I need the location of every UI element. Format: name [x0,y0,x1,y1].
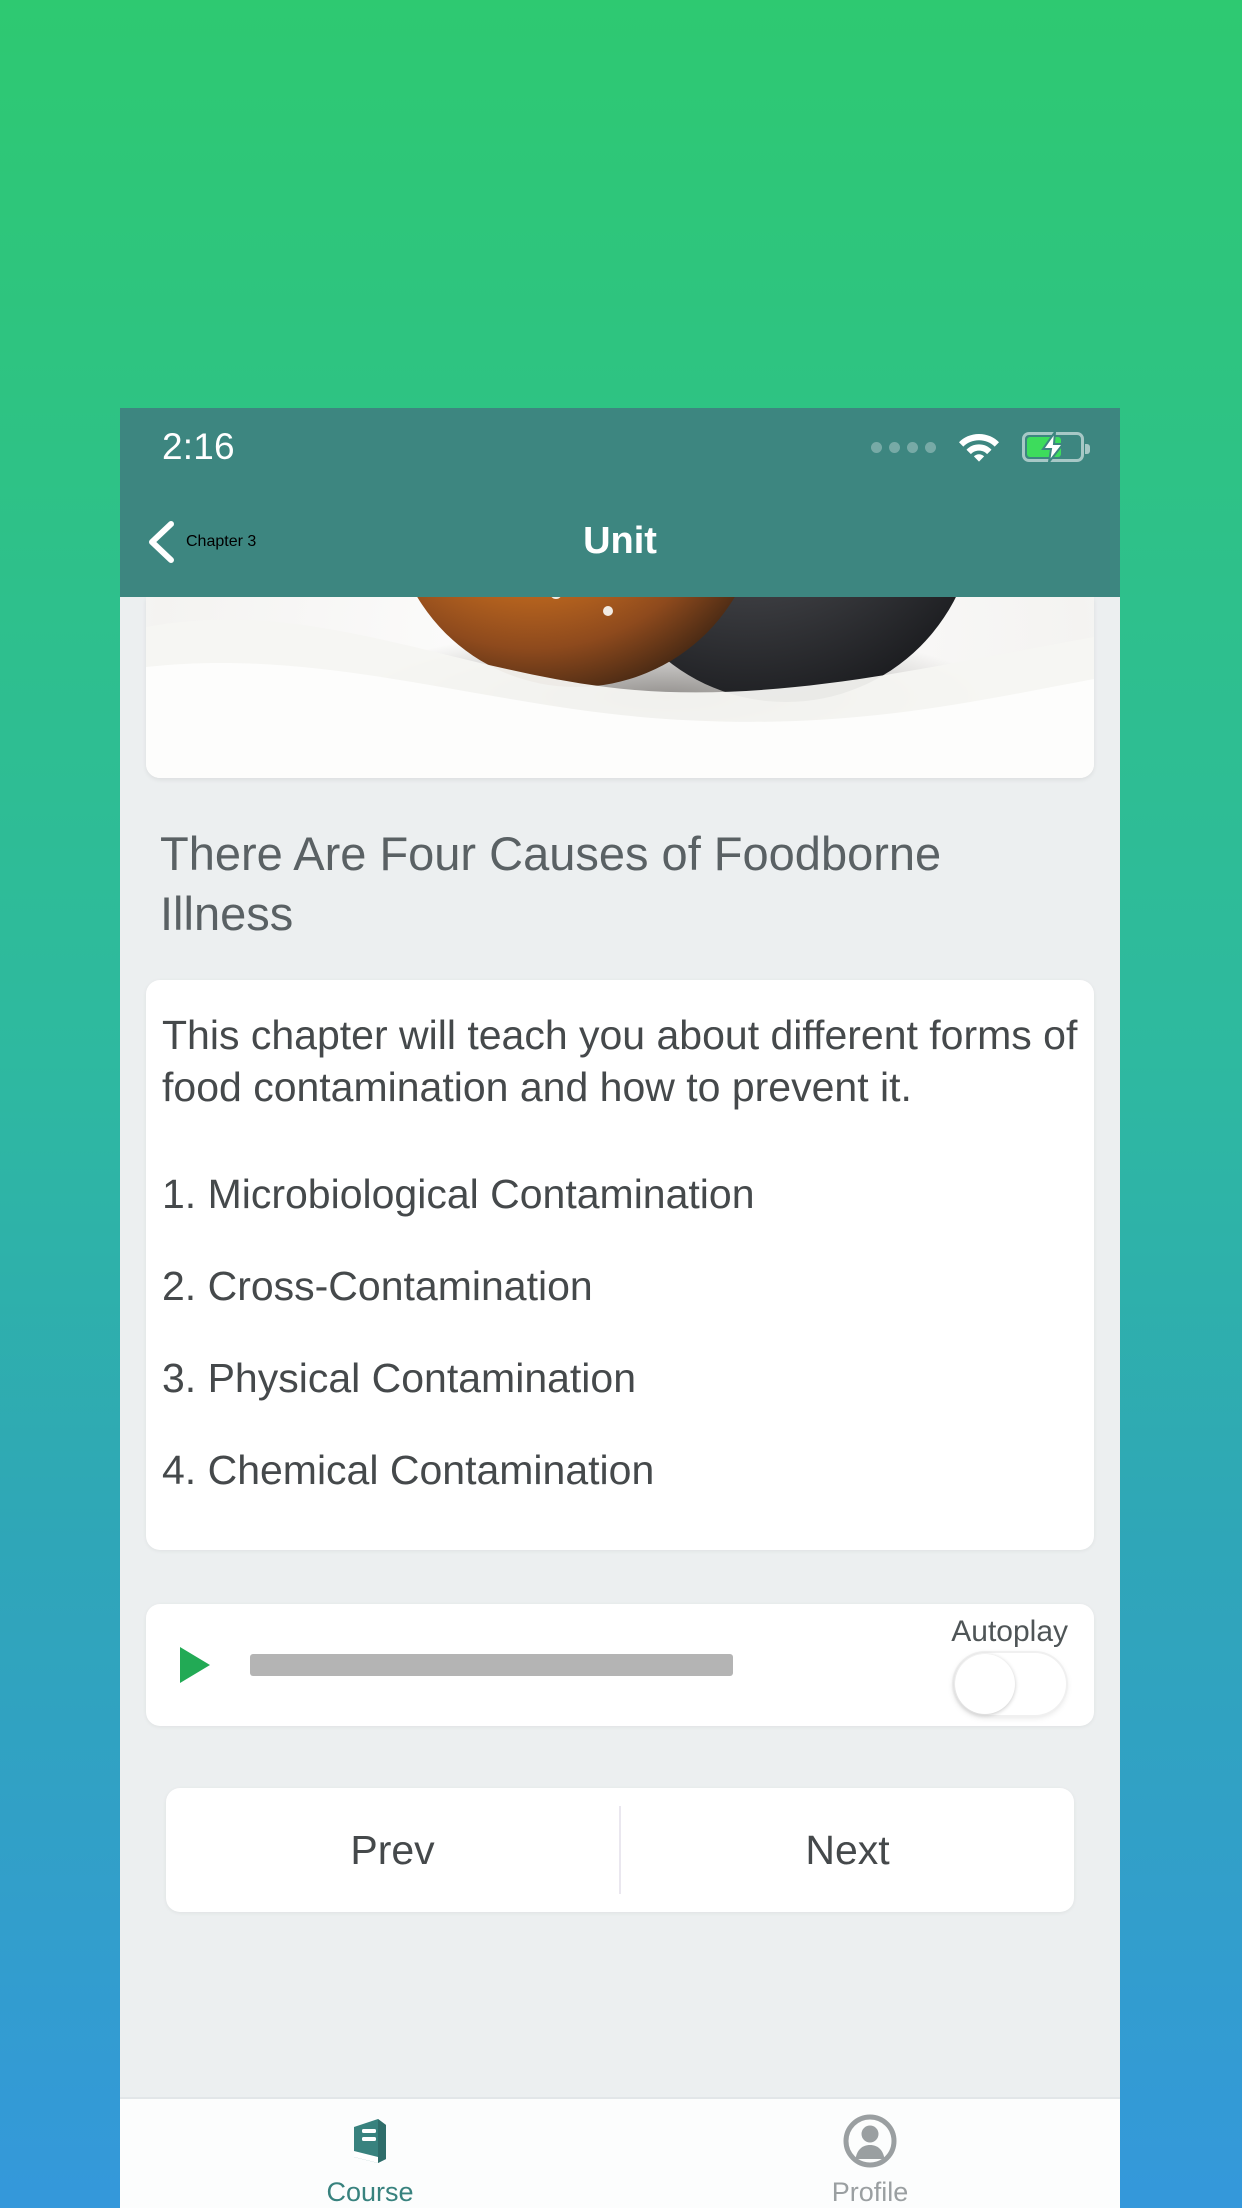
toggle-knob [954,1654,1015,1715]
tab-course[interactable]: Course [120,2099,620,2208]
hero-image [146,597,1094,778]
list-item: 4. Chemical Contamination [162,1447,655,1494]
lesson-body-card: This chapter will teach you about differ… [146,980,1094,1551]
pager-controls: Prev Next [166,1788,1074,1913]
gradient-backdrop: 2:16 Chapter 3 Unit There Are Four Cause… [0,0,1242,2208]
audio-progress-bar[interactable] [250,1654,733,1677]
tab-profile[interactable]: Profile [620,2099,1120,2208]
next-button[interactable]: Next [621,1788,1074,1912]
list-item: 2. Cross-Contamination [162,1262,593,1309]
page-title: Unit [583,520,657,562]
signal-dots-icon [871,441,936,453]
chevron-left-icon [149,520,174,563]
autoplay-label: Autoplay [951,1615,1068,1649]
back-button-label: Chapter 3 [186,532,257,550]
hero-image-card [146,597,1094,778]
navigation-bar: Chapter 3 Unit [120,486,1120,597]
audio-player: Autoplay [146,1604,1094,1727]
lesson-scroll-area[interactable]: There Are Four Causes of Foodborne Illne… [120,597,1120,2097]
status-bar: 2:16 [120,408,1120,486]
bottom-tab-bar: Course Profile [120,2097,1120,2208]
person-icon [843,2114,897,2168]
book-icon [354,2119,386,2163]
list-item: 1. Microbiological Contamination [162,1170,755,1217]
status-clock: 2:16 [162,426,235,467]
prev-button[interactable]: Prev [166,1788,619,1912]
tab-course-label: Course [326,2177,414,2207]
phone-screen: 2:16 Chapter 3 Unit There Are Four Cause… [120,408,1120,2208]
wifi-icon [959,434,999,462]
lesson-intro-text: This chapter will teach you about differ… [162,1012,1078,1110]
play-icon[interactable] [180,1647,210,1684]
back-button[interactable]: Chapter 3 [120,520,256,564]
autoplay-control: Autoplay [951,1615,1068,1716]
tab-profile-label: Profile [831,2177,909,2207]
battery-charging-icon [1022,432,1090,462]
autoplay-toggle[interactable] [953,1653,1066,1716]
unit-heading: There Are Four Causes of Foodborne Illne… [160,827,942,941]
list-item: 3. Physical Contamination [162,1355,637,1401]
causes-list: 1. Microbiological Contamination 2. Cros… [160,1148,1080,1517]
status-indicators [871,431,1090,463]
